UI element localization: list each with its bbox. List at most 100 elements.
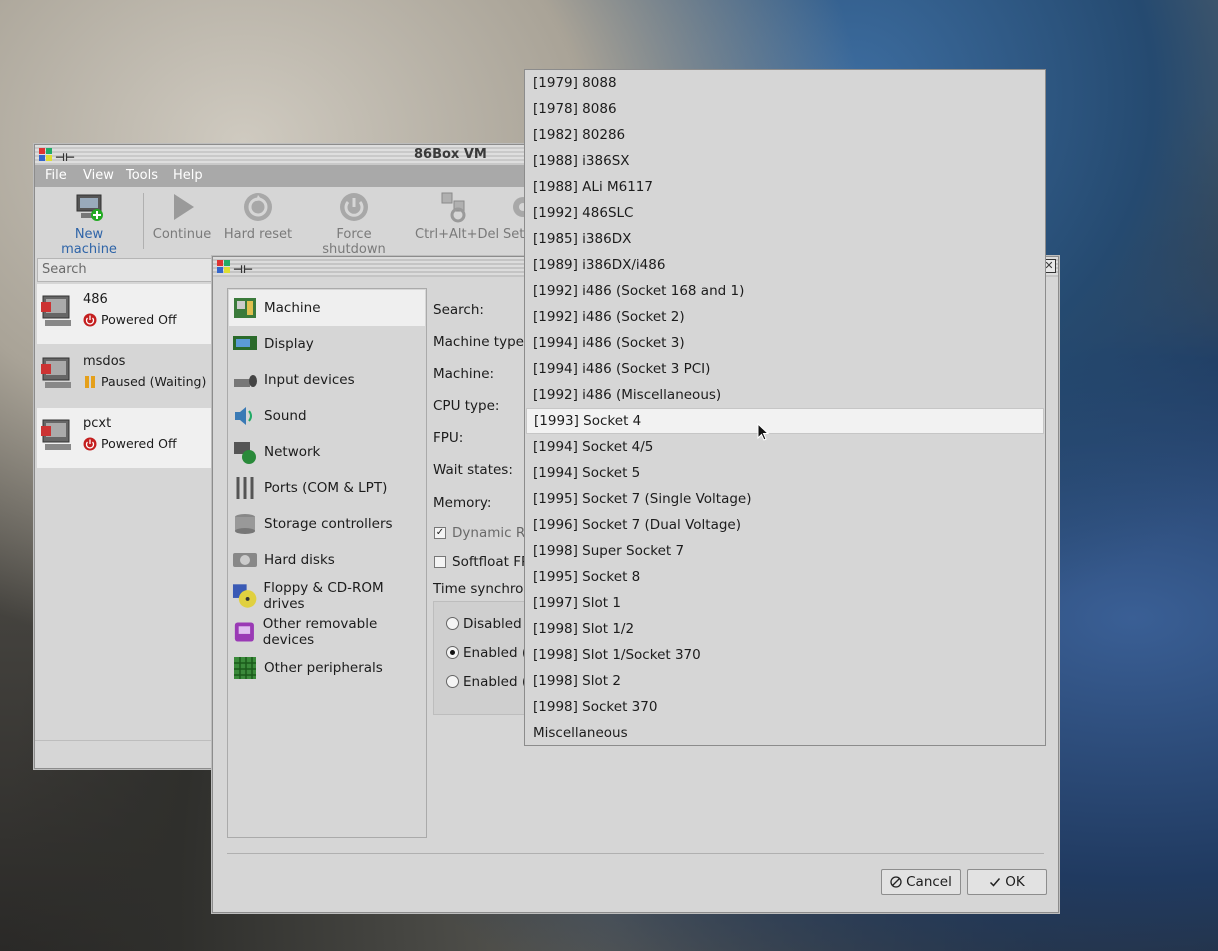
dropdown-option[interactable]: [1995] Socket 8	[526, 564, 1044, 590]
pin-icon[interactable]: ⊣⊢	[233, 260, 253, 280]
category-display[interactable]: Display	[229, 326, 425, 362]
time-sync-local-radio[interactable]	[446, 646, 459, 659]
category-storage-controllers[interactable]: Storage controllers	[229, 506, 425, 542]
new-machine-icon	[76, 194, 103, 221]
time-sync-disabled-radio[interactable]	[446, 617, 459, 630]
category-label: Machine	[264, 300, 321, 316]
dropdown-option[interactable]: [1998] Socket 370	[526, 694, 1044, 720]
settings-label: Set	[503, 227, 525, 242]
machine-type-label: Machine type:	[433, 334, 529, 350]
new-machine-button[interactable]: New machine	[47, 191, 131, 257]
dropdown-option[interactable]: [1982] 80286	[526, 122, 1044, 148]
category-label: Ports (COM & LPT)	[264, 480, 388, 496]
dropdown-option[interactable]: [1994] Socket 5	[526, 460, 1044, 486]
checkmark-icon	[990, 878, 1001, 887]
category-floppy-cdrom[interactable]: Floppy & CD-ROM drives	[229, 578, 425, 614]
wait-states-label: Wait states:	[433, 462, 513, 478]
dropdown-option-highlighted[interactable]: [1993] Socket 4	[526, 408, 1044, 434]
removable-icon	[234, 622, 254, 642]
softfloat-fpu-checkbox[interactable]	[434, 556, 446, 568]
category-label: Other peripherals	[264, 660, 383, 676]
hard-reset-button[interactable]: Hard reset	[223, 191, 293, 242]
app-logo-icon	[217, 260, 230, 273]
category-label: Input devices	[264, 372, 355, 388]
toolbar: New machine Continue Hard reset Force sh…	[35, 187, 533, 257]
machine-label: Machine:	[433, 366, 495, 382]
vm-status: Paused (Waiting)	[83, 374, 206, 389]
vm-list: 486 Powered Off msdos Paused (Waiting) p…	[37, 284, 213, 742]
category-other-peripherals[interactable]: Other peripherals	[229, 650, 425, 686]
category-network[interactable]: Network	[229, 434, 425, 470]
menu-view[interactable]: View	[83, 168, 114, 183]
category-label: Display	[264, 336, 314, 352]
dropdown-option[interactable]: [1998] Slot 1/Socket 370	[526, 642, 1044, 668]
menubar: File View Tools Help	[35, 165, 533, 187]
time-sync-label: Time synchroni	[433, 581, 536, 597]
new-machine-label: New machine	[61, 227, 117, 257]
vm-item-pcxt[interactable]: pcxt Powered Off	[37, 408, 213, 468]
dropdown-option[interactable]: [1988] i386SX	[526, 148, 1044, 174]
dropdown-option[interactable]: [1989] i386DX/i486	[526, 252, 1044, 278]
dropdown-option[interactable]: [1994] i486 (Socket 3)	[526, 330, 1044, 356]
vm-search-input[interactable]: Search	[37, 258, 213, 282]
dropdown-option[interactable]: [1998] Slot 2	[526, 668, 1044, 694]
dropdown-option[interactable]: [1998] Slot 1/2	[526, 616, 1044, 642]
category-machine[interactable]: Machine	[229, 290, 425, 326]
force-shutdown-button[interactable]: Force shutdown	[303, 191, 405, 257]
manager-titlebar[interactable]: ⊣⊢ 86Box VM Manage	[35, 145, 533, 182]
dropdown-option[interactable]: [1988] ALi M6117	[526, 174, 1044, 200]
menu-file[interactable]: File	[45, 168, 67, 183]
category-hard-disks[interactable]: Hard disks	[229, 542, 425, 578]
dropdown-option[interactable]: [1992] i486 (Miscellaneous)	[526, 382, 1044, 408]
cancel-label: Cancel	[906, 874, 952, 890]
category-input-devices[interactable]: Input devices	[229, 362, 425, 398]
computer-icon	[41, 419, 71, 450]
category-sound[interactable]: Sound	[229, 398, 425, 434]
app-logo-icon	[39, 148, 52, 161]
time-sync-utc-radio[interactable]	[446, 675, 459, 688]
dropdown-option[interactable]: Miscellaneous	[526, 720, 1044, 746]
hard-disk-icon	[233, 553, 257, 567]
sound-icon	[235, 407, 252, 425]
paused-icon	[85, 375, 95, 388]
dropdown-option[interactable]: [1992] 486SLC	[526, 200, 1044, 226]
vm-status-label: Powered Off	[101, 312, 177, 327]
continue-button[interactable]: Continue	[151, 191, 213, 242]
dropdown-option[interactable]: [1994] Socket 4/5	[526, 434, 1044, 460]
dropdown-option[interactable]: [1998] Super Socket 7	[526, 538, 1044, 564]
cancel-button[interactable]: Cancel	[881, 869, 961, 895]
powered-off-icon	[83, 437, 97, 450]
display-icon	[233, 336, 257, 350]
dropdown-option[interactable]: [1992] i486 (Socket 168 and 1)	[526, 278, 1044, 304]
menu-help[interactable]: Help	[173, 168, 203, 183]
hard-reset-label: Hard reset	[223, 227, 293, 242]
category-label: Floppy & CD-ROM drives	[263, 580, 384, 612]
ctrl-alt-del-label: Ctrl+Alt+Del	[415, 227, 500, 242]
dynamic-recompiler-checkbox[interactable]: ✓	[434, 527, 446, 539]
menu-tools[interactable]: Tools	[126, 168, 158, 183]
vm-item-486[interactable]: 486 Powered Off	[37, 284, 213, 344]
cancel-icon	[890, 876, 902, 888]
settings-category-list: Machine Display Input devices Sound Netw…	[227, 288, 427, 838]
dropdown-option[interactable]: [1996] Socket 7 (Dual Voltage)	[526, 512, 1044, 538]
category-label: Hard disks	[264, 552, 335, 568]
ok-label: OK	[1005, 874, 1025, 890]
category-other-removable[interactable]: Other removable devices	[229, 614, 425, 650]
dropdown-option[interactable]: [1994] i486 (Socket 3 PCI)	[526, 356, 1044, 382]
dropdown-option[interactable]: [1992] i486 (Socket 2)	[526, 304, 1044, 330]
dropdown-option[interactable]: [1997] Slot 1	[526, 590, 1044, 616]
fpu-label: FPU:	[433, 430, 464, 446]
cpu-type-label: CPU type:	[433, 398, 500, 414]
dropdown-option[interactable]: [1995] Socket 7 (Single Voltage)	[526, 486, 1044, 512]
ctrl-alt-del-button[interactable]: Ctrl+Alt+Del	[415, 191, 499, 242]
machine-icon	[234, 298, 256, 318]
dropdown-option[interactable]: [1979] 8088	[526, 70, 1044, 96]
category-ports[interactable]: Ports (COM & LPT)	[229, 470, 425, 506]
dropdown-option[interactable]: [1978] 8086	[526, 96, 1044, 122]
ok-button[interactable]: OK	[967, 869, 1047, 895]
vm-status-label: Powered Off	[101, 436, 177, 451]
dropdown-option[interactable]: [1985] i386DX	[526, 226, 1044, 252]
category-label: Network	[264, 444, 321, 460]
computer-icon	[41, 295, 71, 326]
vm-item-msdos[interactable]: msdos Paused (Waiting)	[37, 346, 213, 406]
